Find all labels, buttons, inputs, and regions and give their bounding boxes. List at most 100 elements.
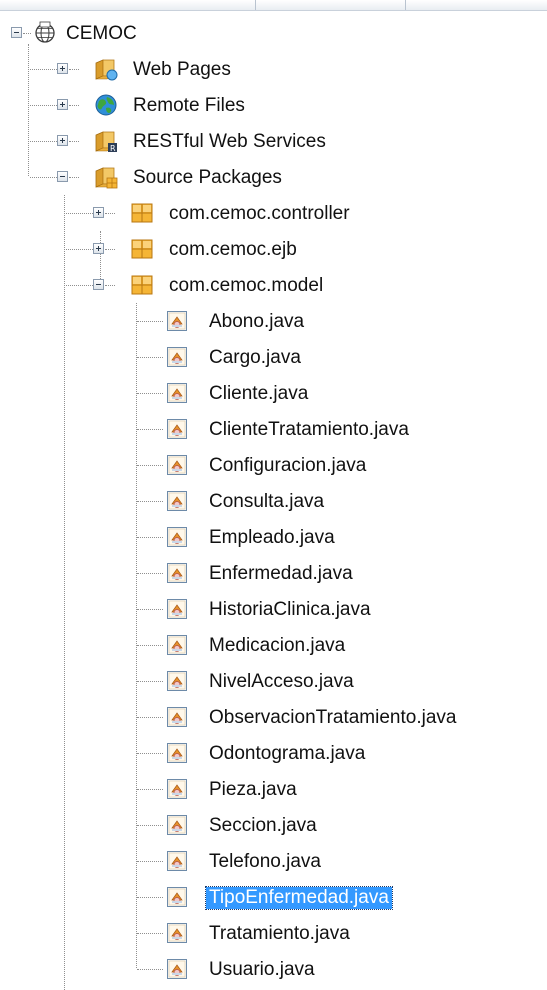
tree-connector: [30, 177, 57, 178]
tree-node-label: HistoriaClinica.java: [209, 599, 371, 620]
tree-connector: [137, 897, 163, 898]
java-class-file-icon: [165, 849, 189, 873]
tree-node-web-pages[interactable]: Web Pages: [0, 52, 547, 88]
tree-node-file[interactable]: Consulta.java: [0, 484, 547, 520]
package-icon: [130, 201, 154, 225]
tree-connector: [137, 609, 163, 610]
tree-node-label: Consulta.java: [209, 491, 325, 512]
tree-node-label: com.cemoc.controller: [169, 203, 350, 224]
tree-connector: [66, 213, 93, 214]
java-class-file-icon: [165, 885, 189, 909]
tree-connector: [66, 285, 93, 286]
tree-node-package-model[interactable]: com.cemoc.model: [0, 268, 547, 304]
java-class-file-icon: [165, 345, 189, 369]
tree-connector: [23, 33, 31, 34]
tree-node-file[interactable]: Medicacion.java: [0, 628, 547, 664]
tree-node-file[interactable]: Enfermedad.java: [0, 556, 547, 592]
tree-node-file[interactable]: ObservacionTratamiento.java: [0, 700, 547, 736]
tree-node-file-selected[interactable]: TipoEnfermedad.java: [0, 880, 547, 916]
tree-connector: [137, 501, 163, 502]
java-class-file-icon: [165, 597, 189, 621]
expand-toggle-icon[interactable]: [57, 135, 68, 146]
collapse-toggle-icon[interactable]: [93, 279, 104, 290]
tree-node-remote-files[interactable]: Remote Files: [0, 88, 547, 124]
java-class-file-icon: [165, 561, 189, 585]
tree-connector: [137, 393, 163, 394]
tree-node-label: Enfermedad.java: [209, 563, 353, 584]
collapse-toggle-icon[interactable]: [57, 171, 68, 182]
tree-node-file[interactable]: Usuario.java: [0, 952, 547, 988]
tree-node-file[interactable]: NivelAcceso.java: [0, 664, 547, 700]
java-class-file-icon: [165, 633, 189, 657]
tree-connector: [137, 573, 163, 574]
tree-connector: [137, 321, 163, 322]
java-class-file-icon: [165, 705, 189, 729]
tree-node-label: ObservacionTratamiento.java: [209, 707, 457, 728]
java-class-file-icon: [165, 309, 189, 333]
tree-connector: [137, 429, 163, 430]
tree-node-package-ejb[interactable]: com.cemoc.ejb: [0, 232, 547, 268]
tree-node-file[interactable]: ClienteTratamiento.java: [0, 412, 547, 448]
tree-connector: [137, 861, 163, 862]
tree-node-label: Tratamiento.java: [209, 923, 350, 944]
tree-node-file[interactable]: Abono.java: [0, 304, 547, 340]
tree-node-label: Source Packages: [133, 167, 282, 188]
java-class-file-icon: [165, 525, 189, 549]
svg-text:R: R: [110, 144, 116, 153]
java-class-file-icon: [165, 741, 189, 765]
java-class-file-icon: [165, 921, 189, 945]
tree-node-source-packages[interactable]: Source Packages: [0, 160, 547, 196]
tree-node-file[interactable]: Telefono.java: [0, 844, 547, 880]
tree-connector: [137, 537, 163, 538]
tree-connector: [69, 177, 79, 178]
expand-toggle-icon[interactable]: [93, 243, 104, 254]
tree-node-file[interactable]: Pieza.java: [0, 772, 547, 808]
collapse-toggle-icon[interactable]: [11, 27, 22, 38]
tree-node-file[interactable]: Cargo.java: [0, 340, 547, 376]
tree-connector: [105, 213, 115, 214]
expand-toggle-icon[interactable]: [57, 63, 68, 74]
tree-connector: [30, 69, 57, 70]
expand-toggle-icon[interactable]: [93, 207, 104, 218]
tree-node-label: Medicacion.java: [209, 635, 346, 656]
tree-node-file[interactable]: Seccion.java: [0, 808, 547, 844]
package-icon: [130, 237, 154, 261]
java-class-file-icon: [165, 813, 189, 837]
tree-node-root[interactable]: CEMOC: [0, 16, 547, 52]
java-class-file-icon: [165, 489, 189, 513]
tree-node-label: Cargo.java: [209, 347, 301, 368]
tree-node-file[interactable]: Odontograma.java: [0, 736, 547, 772]
java-class-file-icon: [165, 777, 189, 801]
tree-connector: [69, 105, 79, 106]
tree-connector: [69, 141, 79, 142]
tree-node-restful-services[interactable]: R RESTful Web Services: [0, 124, 547, 160]
tree-node-label: Remote Files: [133, 95, 245, 116]
tree-node-label: Web Pages: [133, 59, 231, 80]
tree-node-file[interactable]: Cliente.java: [0, 376, 547, 412]
tree-connector: [137, 753, 163, 754]
tree-node-file[interactable]: Tratamiento.java: [0, 916, 547, 952]
tree-node-file[interactable]: Empleado.java: [0, 520, 547, 556]
tree-connector: [105, 285, 115, 286]
tree-node-label: com.cemoc.ejb: [169, 239, 297, 260]
tree-connector: [137, 465, 163, 466]
tree-node-file[interactable]: Configuracion.java: [0, 448, 547, 484]
tree-node-label: RESTful Web Services: [133, 131, 326, 152]
expand-toggle-icon[interactable]: [57, 99, 68, 110]
tree-connector: [66, 249, 93, 250]
tree-connector: [137, 969, 163, 970]
tree-node-label: Cliente.java: [209, 383, 309, 404]
project-tree[interactable]: CEMOC Web Pages Remote Files R RESTful W…: [0, 0, 547, 990]
tree-connector: [137, 825, 163, 826]
tree-connector: [137, 681, 163, 682]
globe-project-icon: [33, 21, 57, 45]
tree-node-label: NivelAcceso.java: [209, 671, 354, 692]
tree-connector: [137, 933, 163, 934]
remote-globe-icon: [94, 93, 118, 117]
tree-node-label: Abono.java: [209, 311, 305, 332]
tree-node-label: Configuracion.java: [209, 455, 367, 476]
tree-node-package-controller[interactable]: com.cemoc.controller: [0, 196, 547, 232]
tree-node-file[interactable]: HistoriaClinica.java: [0, 592, 547, 628]
folder-rest-icon: R: [94, 129, 117, 153]
folder-web-icon: [94, 57, 118, 81]
